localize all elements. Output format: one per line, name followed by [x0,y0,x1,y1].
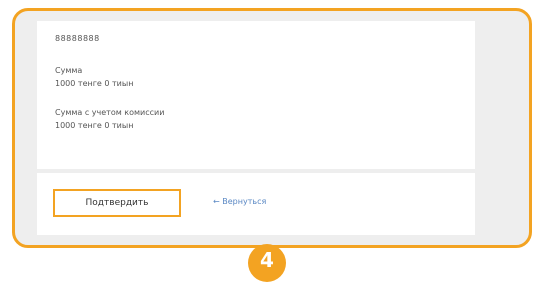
step-number-badge: 4 [248,244,286,282]
confirm-button[interactable]: Подтвердить [53,189,181,217]
back-link[interactable]: ← Вернуться [213,197,266,206]
sum-value: 1000 тенге 0 тиын [55,79,134,88]
payment-details-panel: 88888888 Сумма 1000 тенге 0 тиын Сумма с… [37,21,475,169]
highlight-frame: 88888888 Сумма 1000 тенге 0 тиын Сумма с… [12,8,532,248]
actions-panel: Подтвердить ← Вернуться [37,173,475,235]
account-number: 88888888 [55,34,100,43]
sum-with-fee-value: 1000 тенге 0 тиын [55,121,134,130]
sum-with-fee-label: Сумма с учетом комиссии [55,108,165,117]
sum-label: Сумма [55,66,83,75]
